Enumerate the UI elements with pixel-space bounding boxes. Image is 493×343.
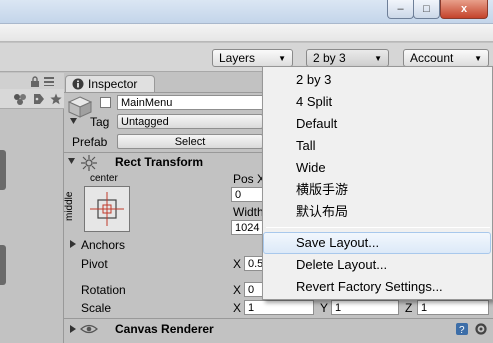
layers-dropdown[interactable]: Layers ▼	[212, 49, 293, 67]
anchor-preset-top-label: center	[90, 173, 118, 184]
anchors-label: Anchors	[81, 238, 126, 252]
menu-item-delete-layout[interactable]: Delete Layout...	[263, 254, 491, 276]
scale-label: Scale	[81, 301, 112, 315]
menu-item-save-layout[interactable]: Save Layout...	[263, 232, 491, 254]
menu-item-landscape-mobile-game[interactable]: 横版手游	[263, 179, 491, 201]
pivot-x-field[interactable]: 0.5	[244, 256, 263, 271]
pos-x-label: Pos X	[233, 172, 266, 186]
eye-icon	[80, 324, 98, 334]
lock-icon[interactable]	[30, 76, 40, 87]
left-panel-scroll-marker	[0, 150, 6, 190]
maximize-button[interactable]: □	[413, 0, 440, 19]
width-label: Width	[233, 205, 264, 219]
menu-item-tall[interactable]: Tall	[263, 135, 491, 157]
active-checkbox[interactable]	[100, 97, 111, 108]
left-panel-scroll-marker	[0, 245, 6, 285]
account-label: Account	[410, 51, 454, 65]
menu-item-4-split[interactable]: 4 Split	[263, 91, 491, 113]
left-panel-filter-bar	[0, 89, 64, 109]
chevron-down-icon: ▼	[374, 53, 382, 63]
account-dropdown[interactable]: Account ▼	[403, 49, 489, 67]
width-field[interactable]: 1024	[231, 220, 263, 235]
rotation-label: Rotation	[81, 283, 126, 297]
pivot-label: Pivot	[81, 257, 108, 271]
anchor-preset-icon	[90, 192, 124, 226]
rotation-x-label: X	[233, 283, 242, 297]
expand-arrow-icon[interactable]	[68, 158, 75, 165]
expand-arrow-icon[interactable]	[70, 240, 77, 248]
help-book-icon[interactable]: ?	[455, 322, 469, 336]
chevron-down-icon: ▼	[278, 53, 286, 63]
menu-item-wide[interactable]: Wide	[263, 157, 491, 179]
scale-x-field[interactable]: 1	[244, 300, 314, 315]
canvas-renderer-title: Canvas Renderer	[115, 322, 214, 336]
scale-y-field[interactable]: 1	[331, 300, 399, 315]
pos-x-field[interactable]: 0	[231, 187, 263, 202]
layers-label: Layers	[219, 51, 256, 65]
label-tag-icon[interactable]	[33, 93, 45, 105]
anchor-preset-side-label: middle	[64, 191, 75, 221]
type-filter-icon[interactable]	[13, 93, 27, 105]
prefab-label: Prefab	[72, 135, 108, 149]
gameobject-name-field[interactable]: MainMenu	[117, 95, 263, 110]
divider	[64, 318, 493, 319]
anchor-preset-button[interactable]	[84, 186, 130, 232]
menu-item-revert-factory-settings[interactable]: Revert Factory Settings...	[263, 276, 491, 298]
layout-dropdown[interactable]: 2 by 3 ▼	[306, 49, 389, 67]
gameobject-cube-icon	[68, 96, 92, 118]
expand-arrow-icon[interactable]	[70, 118, 77, 125]
tab-inspector[interactable]: Inspector	[65, 75, 155, 92]
rect-transform-icon	[81, 155, 97, 171]
scale-z-label: Z	[405, 301, 413, 315]
rect-transform-title: Rect Transform	[115, 155, 204, 169]
rotation-x-field[interactable]: 0	[244, 282, 263, 297]
svg-text:?: ?	[459, 325, 465, 336]
left-panel	[0, 73, 64, 343]
info-icon	[72, 78, 84, 90]
prefab-select-button[interactable]: Select	[117, 134, 263, 149]
expand-arrow-icon[interactable]	[70, 325, 77, 333]
scale-z-field[interactable]: 1	[417, 300, 489, 315]
scale-x-label: X	[233, 301, 242, 315]
minimize-button[interactable]: –	[387, 0, 414, 19]
component-settings-icon[interactable]	[474, 322, 488, 336]
scale-y-label: Y	[320, 301, 329, 315]
panel-menu-icon[interactable]	[44, 77, 54, 86]
tab-inspector-label: Inspector	[88, 77, 138, 91]
menu-item-2-by-3[interactable]: 2 by 3	[263, 69, 491, 91]
left-panel-header	[0, 73, 64, 89]
menu-separator	[266, 227, 490, 228]
chevron-down-icon: ▼	[474, 53, 482, 63]
tag-dropdown[interactable]: Untagged	[117, 114, 263, 129]
close-button[interactable]: x	[440, 0, 488, 19]
star-icon[interactable]	[50, 93, 62, 105]
pivot-x-label: X	[233, 257, 242, 271]
tag-label: Tag	[90, 115, 110, 129]
menu-bar	[0, 24, 493, 42]
menu-item-default-layout-cn[interactable]: 默认布局	[263, 201, 491, 223]
layout-label: 2 by 3	[313, 51, 346, 65]
menu-item-default[interactable]: Default	[263, 113, 491, 135]
